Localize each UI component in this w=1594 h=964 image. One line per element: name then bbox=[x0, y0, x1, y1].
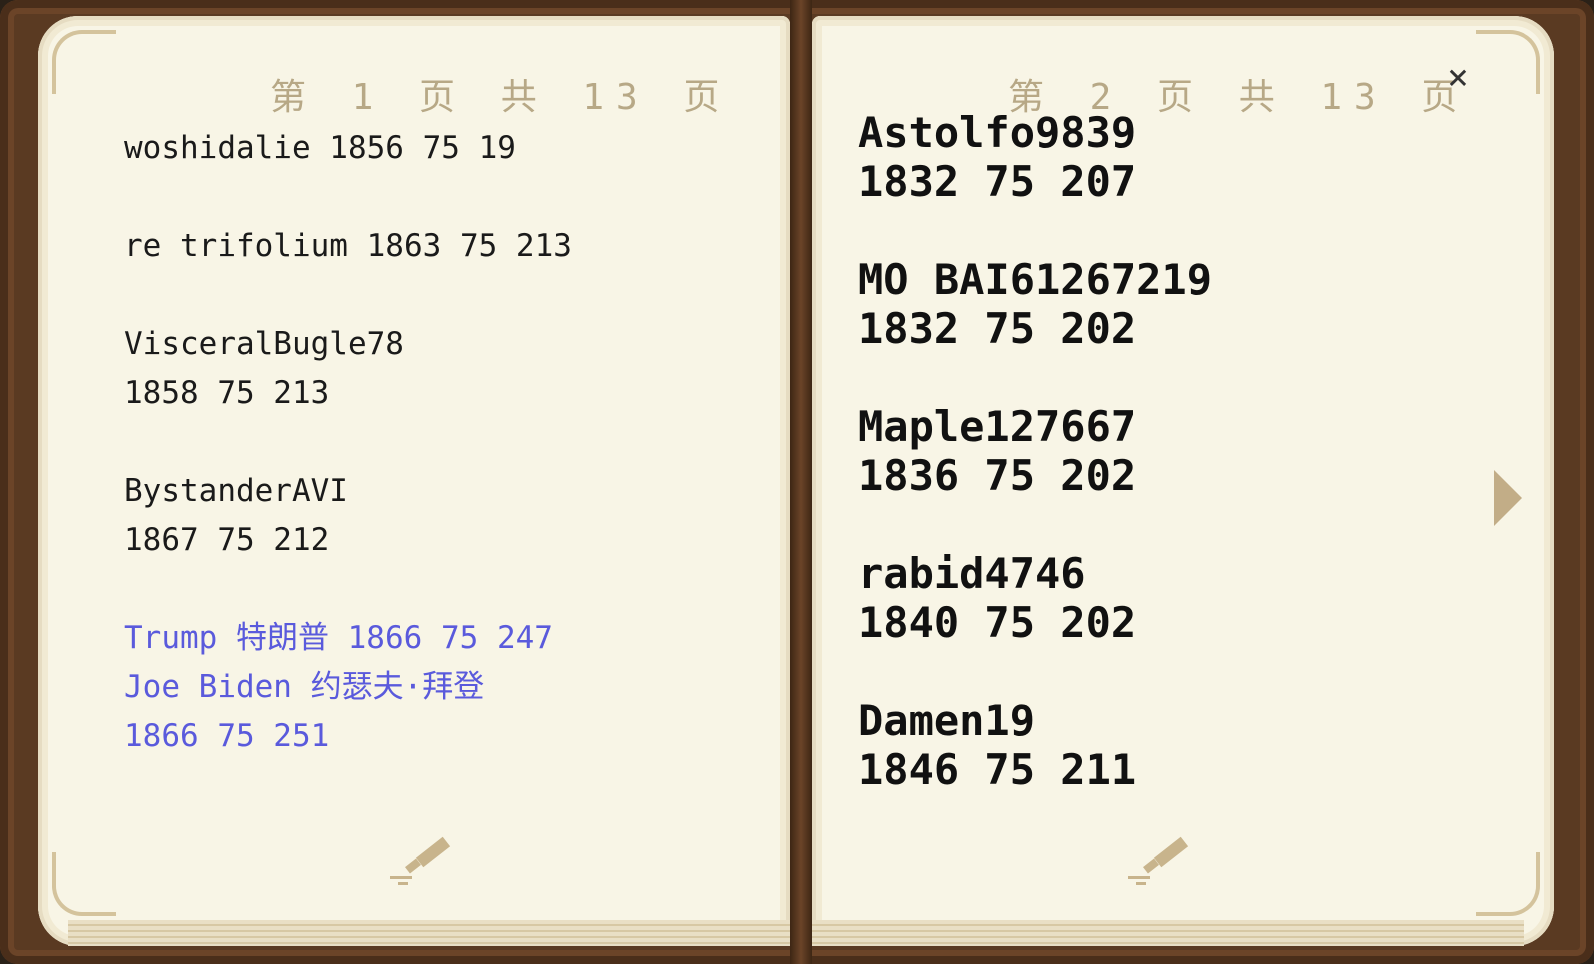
right-page-entries: Astolfo9839 1832 75 207 MO BAI61267219 1832… bbox=[858, 108, 1498, 794]
entry-line: 1846 75 211 bbox=[858, 745, 1137, 794]
close-icon[interactable]: × bbox=[1440, 60, 1476, 96]
entry-line: 1832 75 207 bbox=[858, 157, 1137, 206]
page-edge bbox=[68, 920, 790, 946]
entry-line: rabid4746 bbox=[858, 549, 1086, 598]
entry-line: 1858 75 213 bbox=[124, 375, 330, 411]
entry-line: woshidalie 1856 75 19 bbox=[124, 130, 516, 166]
entry-line: 1867 75 212 bbox=[124, 522, 330, 558]
entry-line: Trump 特朗普 1866 75 247 bbox=[124, 620, 553, 656]
page-number-header: 第 1 页 共 13 页 bbox=[270, 77, 732, 118]
entry-line: re trifolium 1863 75 213 bbox=[124, 228, 572, 264]
left-page: 第 1 页 共 13 页 woshidalie 1856 75 19 re tri… bbox=[38, 16, 790, 946]
next-page-arrow-icon[interactable] bbox=[1494, 470, 1522, 526]
entry-line: MO BAI61267219 bbox=[858, 255, 1213, 304]
book-ui: 第 1 页 共 13 页 woshidalie 1856 75 19 re tri… bbox=[0, 0, 1594, 964]
page-corner-ornament bbox=[52, 30, 116, 94]
entry-line: 1866 75 251 bbox=[124, 718, 330, 754]
page-corner-ornament bbox=[52, 852, 116, 916]
book-spine bbox=[790, 0, 812, 964]
quill-pen-icon[interactable] bbox=[388, 830, 458, 890]
entry-line: VisceralBugle78 bbox=[124, 326, 404, 362]
left-page-entries: woshidalie 1856 75 19 re trifolium 1863 7… bbox=[124, 124, 744, 761]
entry-line: 1840 75 202 bbox=[858, 598, 1137, 647]
entry-line: Damen19 bbox=[858, 696, 1036, 745]
page-edge bbox=[812, 920, 1524, 946]
entry-line: Astolfo9839 bbox=[858, 108, 1137, 157]
page-corner-ornament bbox=[1476, 30, 1540, 94]
page-corner-ornament bbox=[1476, 852, 1540, 916]
entry-line: 1832 75 202 bbox=[858, 304, 1137, 353]
entry-line: Joe Biden 约瑟夫·拜登 bbox=[124, 669, 485, 705]
entry-line: Maple127667 bbox=[858, 402, 1137, 451]
entry-line: BystanderAVI bbox=[124, 473, 348, 509]
entry-line: 1836 75 202 bbox=[858, 451, 1137, 500]
quill-pen-icon[interactable] bbox=[1126, 830, 1196, 890]
right-page: 第 2 页 共 13 页 × Astolfo9839 1832 75 207 MO … bbox=[812, 16, 1554, 946]
